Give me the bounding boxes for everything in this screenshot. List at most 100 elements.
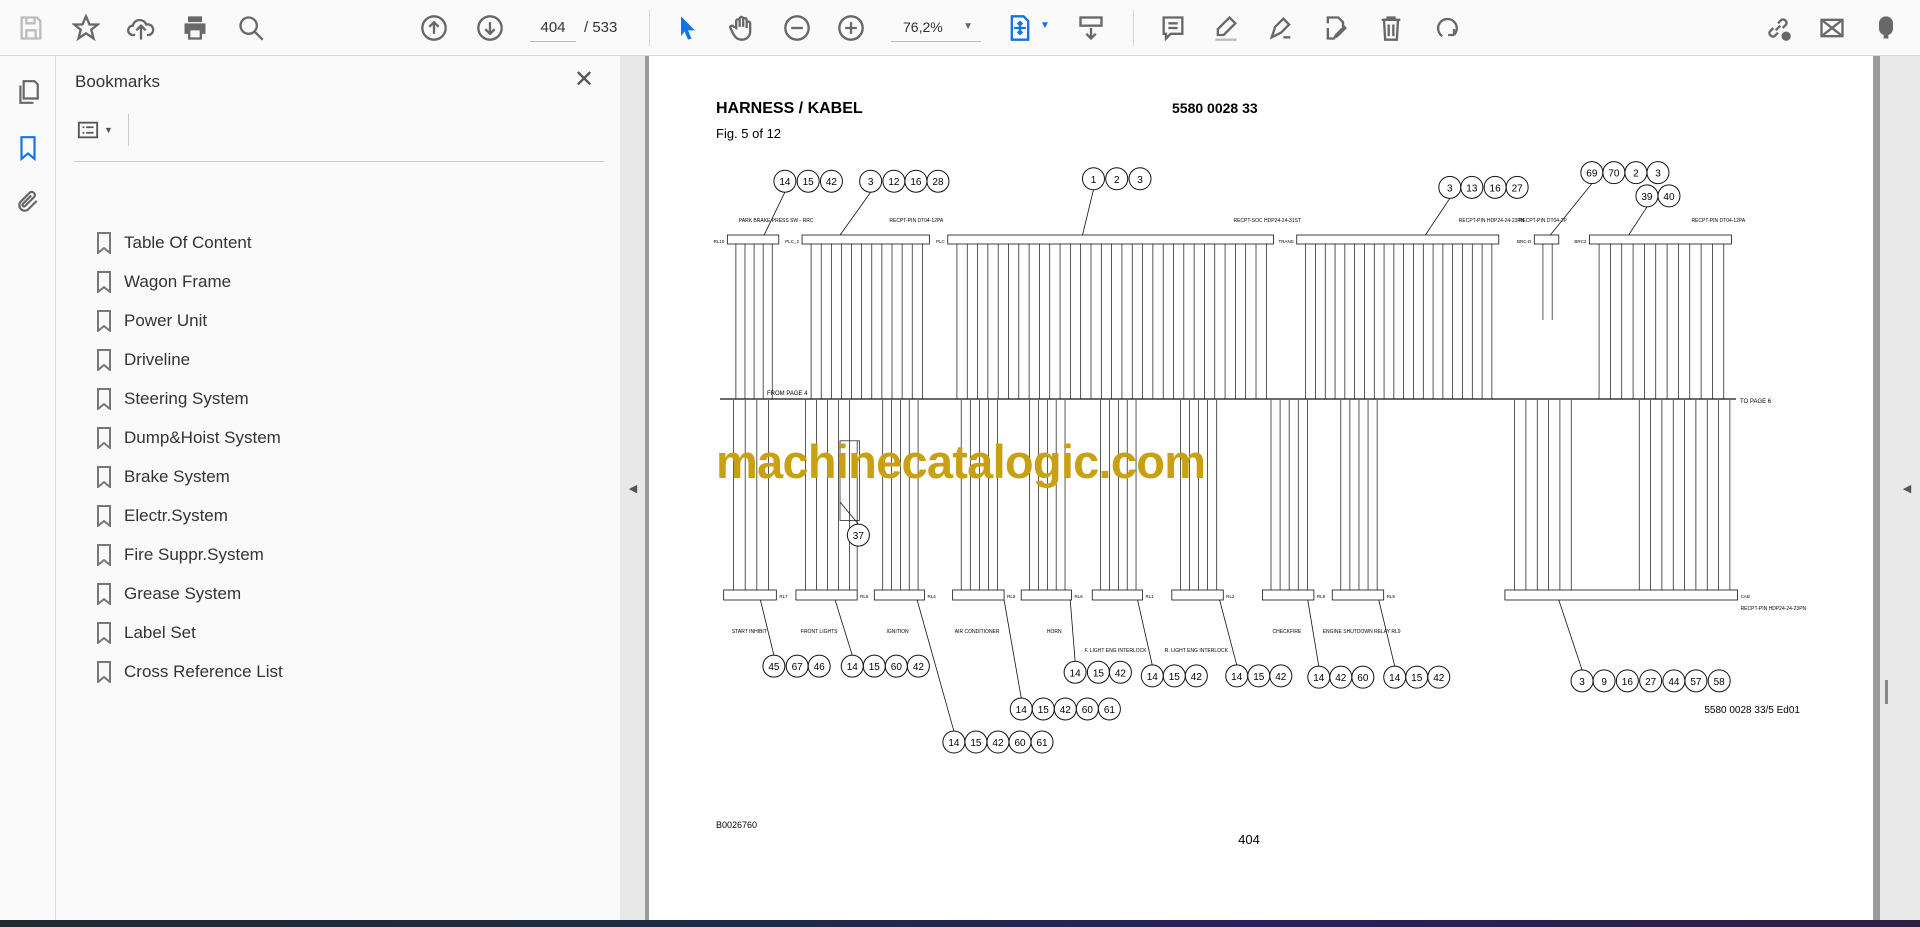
bottom-connector [873, 589, 925, 601]
bottom-connector [1331, 589, 1385, 601]
connector-name: RL4 [927, 594, 936, 599]
edit-pdf-icon[interactable] [1320, 12, 1352, 44]
close-icon[interactable]: ✕ [574, 68, 594, 92]
expand-right-panel-button[interactable]: ◀ [1894, 56, 1920, 920]
save-icon[interactable] [15, 12, 47, 44]
leader-line [834, 599, 853, 656]
search-icon[interactable] [235, 12, 267, 44]
leader-line [1003, 599, 1022, 699]
callout-number: 15 [803, 177, 815, 188]
callout-number: 15 [1093, 668, 1105, 679]
connector-label: RECPT-PIN HDP24-24-23PN [1741, 606, 1807, 612]
page-up-icon[interactable] [418, 12, 450, 44]
bookmark-icon [97, 622, 111, 644]
bookmarks-icon[interactable] [12, 132, 44, 164]
zoom-value: 76,2% [903, 19, 943, 35]
callout-number: 27 [1645, 677, 1657, 688]
page-number-label: 404 [1238, 832, 1260, 847]
page-number-input[interactable] [530, 14, 576, 42]
zoom-in-icon[interactable] [835, 12, 867, 44]
callout-number: 15 [869, 662, 881, 673]
bookmark-item[interactable]: Power Unit [96, 306, 207, 336]
leader-line [1558, 599, 1583, 670]
bookmark-item[interactable]: Steering System [96, 384, 249, 414]
add-user-icon[interactable] [1870, 12, 1902, 44]
bookmark-item[interactable]: Label Set [96, 618, 196, 648]
comment-icon[interactable] [1157, 12, 1189, 44]
callout-number: 14 [948, 738, 960, 749]
zoom-select[interactable]: 76,2% ▼ [891, 14, 981, 42]
bookmark-item[interactable]: Driveline [96, 345, 190, 375]
bookmark-item[interactable]: Table Of Content [96, 228, 252, 258]
leader-line [1219, 599, 1238, 666]
bookmark-icon [97, 661, 111, 683]
bookmark-options-button[interactable]: ▼ [76, 116, 120, 144]
callout-number: 16 [1622, 677, 1634, 688]
callout-number: 44 [1668, 677, 1680, 688]
callout-number: 2 [1114, 175, 1120, 186]
bookmark-label: Electr.System [124, 506, 228, 525]
bookmark-item[interactable]: Dump&Hoist System [96, 423, 281, 453]
leader-line [1069, 599, 1076, 662]
callout-number: 60 [1357, 673, 1369, 684]
fit-chevron-icon[interactable]: ▼ [1040, 20, 1050, 31]
toolbar-divider [1133, 10, 1134, 46]
page-thumbnails-icon[interactable] [12, 76, 44, 108]
callout-number: 15 [1169, 672, 1181, 683]
sign-icon[interactable] [1265, 12, 1297, 44]
fit-page-icon[interactable] [1004, 12, 1036, 44]
share-link-icon[interactable] [1762, 12, 1794, 44]
top-connector [1296, 234, 1500, 245]
top-connector [801, 234, 930, 245]
delete-icon[interactable] [1375, 12, 1407, 44]
callout-number: 3 [1137, 175, 1143, 186]
toolbar-divider [649, 10, 650, 46]
collapse-left-panel-button[interactable]: ◀ [620, 56, 646, 920]
connector-label: RECPT-PIN HDP24-24-23PN [1459, 218, 1525, 224]
leader-line [1137, 599, 1153, 666]
connector-label: FRONT LIGHTS [801, 629, 838, 635]
connector-name: RL7 [779, 594, 788, 599]
callout-number: 40 [1663, 192, 1675, 203]
callout-number: 12 [888, 177, 900, 188]
select-cursor-icon[interactable] [672, 12, 704, 44]
bookmark-label: Table Of Content [124, 233, 252, 252]
email-icon[interactable] [1816, 12, 1848, 44]
connector-label: CHECKFIRE [1272, 629, 1302, 635]
bookmark-item[interactable]: Wagon Frame [96, 267, 231, 297]
bookmark-label: Grease System [124, 584, 242, 603]
bookmark-item[interactable]: Cross Reference List [96, 657, 283, 687]
doc-title: HARNESS / KABEL [716, 100, 863, 117]
callout-number: 14 [847, 662, 859, 673]
callout-number: 2 [1633, 169, 1639, 180]
callout-number: 14 [1016, 705, 1028, 716]
doc-figure: Fig. 5 of 12 [716, 126, 781, 141]
bookmark-item[interactable]: Grease System [96, 579, 241, 609]
bookmark-item[interactable]: Electr.System [96, 501, 228, 531]
bookmark-icon [97, 310, 111, 332]
highlight-icon[interactable] [1210, 12, 1242, 44]
scrollbar-thumb[interactable] [1885, 680, 1888, 704]
chevron-down-icon: ▼ [963, 21, 973, 32]
bookmark-item[interactable]: Fire Suppr.System [96, 540, 264, 570]
upload-cloud-icon[interactable] [125, 12, 157, 44]
leader-line [839, 501, 859, 525]
page-down-icon[interactable] [474, 12, 506, 44]
hand-icon[interactable] [726, 12, 758, 44]
bookmark-star-icon[interactable] [70, 12, 102, 44]
attachments-icon[interactable] [12, 186, 44, 218]
callout-number: 42 [826, 177, 838, 188]
rotate-icon[interactable] [1431, 12, 1463, 44]
connector-name: RL9 [1387, 594, 1396, 599]
scroll-mode-icon[interactable] [1075, 12, 1107, 44]
top-connector [947, 234, 1274, 245]
callout-number: 46 [814, 662, 826, 673]
chevron-down-icon: ▼ [104, 125, 113, 135]
leader-line [1082, 189, 1094, 236]
print-icon[interactable] [179, 12, 211, 44]
zoom-out-icon[interactable] [781, 12, 813, 44]
bottom-connector [1020, 589, 1072, 601]
drawing-ref: 5580 0028 33/5 Ed01 [1704, 705, 1800, 716]
connector-label: IGNITION [886, 629, 909, 635]
bookmark-item[interactable]: Brake System [96, 462, 230, 492]
